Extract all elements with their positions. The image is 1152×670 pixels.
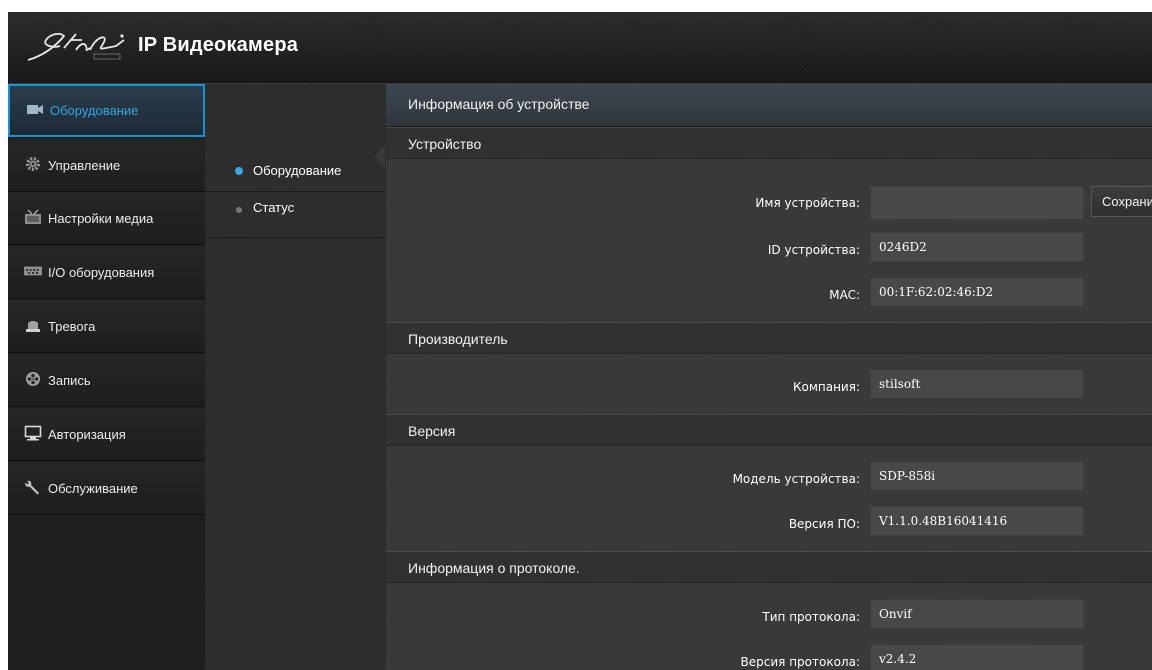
sidebar-item-alarm[interactable]: Тревога (8, 300, 205, 353)
section-header-protocol: Информация о протоколе. (386, 551, 1152, 583)
media-icon (25, 209, 41, 224)
protocol-version-label: Версия протокола: (740, 655, 860, 669)
sidebar-item-label: Тревога (48, 319, 96, 334)
device-name-input[interactable] (870, 186, 1084, 220)
sidebar-item-label: Обслуживание (48, 481, 138, 496)
sidebar: Оборудование Управление Настройки медиа (8, 84, 205, 670)
gear-icon (26, 157, 40, 171)
io-port-icon (24, 266, 42, 276)
section-title: Устройство (408, 136, 482, 152)
header-bar: IP Видеокамера (8, 12, 1152, 84)
section-header-manufacturer: Производитель (386, 322, 1152, 354)
page-title: Информация об устройстве (408, 96, 590, 112)
sidebar-item-control[interactable]: Управление (8, 139, 205, 192)
sidebar-item-io[interactable]: I/O оборудования (8, 246, 205, 299)
active-pointer-icon (374, 146, 385, 168)
subnav-item-label: Оборудование (253, 163, 342, 178)
monitor-icon (24, 425, 42, 441)
protocol-type-field: Onvif (870, 599, 1084, 629)
section-header-device: Устройство (386, 127, 1152, 159)
mac-label: MAC: (829, 288, 860, 302)
sub-navigation: Оборудование Статус (206, 84, 385, 670)
device-model-label: Модель устройства: (732, 472, 860, 486)
protocol-version-field: v2.4.2 (870, 644, 1084, 670)
subnav-item-label: Статус (253, 200, 295, 215)
stilsoft-logo-icon (27, 33, 125, 61)
subnav-item-equipment[interactable]: Оборудование (206, 150, 385, 192)
sidebar-item-label: Авторизация (48, 427, 126, 442)
protocol-type-label: Тип протокола: (762, 610, 860, 624)
sidebar-item-label: Настройки медиа (48, 211, 154, 226)
device-model-field: SDP-858i (870, 461, 1084, 491)
company-label: Компания: (792, 380, 860, 394)
section-title: Информация о протоколе. (408, 560, 580, 576)
sidebar-item-equipment[interactable]: Оборудование (8, 84, 205, 137)
bullet-dot-icon (236, 207, 242, 213)
sidebar-item-authorization[interactable]: Авторизация (8, 408, 205, 461)
device-name-label: Имя устройства: (755, 196, 860, 210)
company-field: stilsoft (870, 369, 1084, 399)
section-header-version: Версия (386, 414, 1152, 446)
page-header: Информация об устройстве (386, 84, 1152, 127)
app-title: IP Видеокамера (138, 34, 299, 56)
alarm-icon (26, 321, 40, 332)
subnav-item-status[interactable]: Статус (206, 196, 385, 238)
section-title: Версия (408, 423, 456, 439)
film-reel-icon (26, 372, 40, 386)
main-panel: Информация об устройстве Устройство Имя … (386, 84, 1152, 670)
save-button[interactable]: Сохранить (1091, 186, 1152, 217)
device-id-label: ID устройства: (767, 243, 860, 257)
camera-icon (27, 105, 43, 114)
section-title: Производитель (408, 331, 508, 347)
app-window: IP Видеокамера Оборудование Управление Н… (8, 12, 1152, 670)
device-id-field: 0246D2 (870, 232, 1084, 262)
wrench-icon (25, 480, 39, 495)
firmware-version-field: V1.1.0.48B16041416 (870, 506, 1084, 536)
sidebar-item-label: I/O оборудования (48, 265, 155, 280)
mac-field: 00:1F:62:02:46:D2 (870, 277, 1084, 307)
sidebar-item-label: Оборудование (50, 103, 139, 118)
sidebar-item-label: Управление (48, 158, 121, 173)
sidebar-item-media-settings[interactable]: Настройки медиа (8, 192, 205, 245)
sidebar-item-recording[interactable]: Запись (8, 354, 205, 407)
sidebar-item-maintenance[interactable]: Обслуживание (8, 462, 205, 515)
active-dot-icon (235, 167, 243, 175)
firmware-version-label: Версия ПО: (788, 517, 860, 531)
sidebar-item-label: Запись (48, 373, 91, 388)
